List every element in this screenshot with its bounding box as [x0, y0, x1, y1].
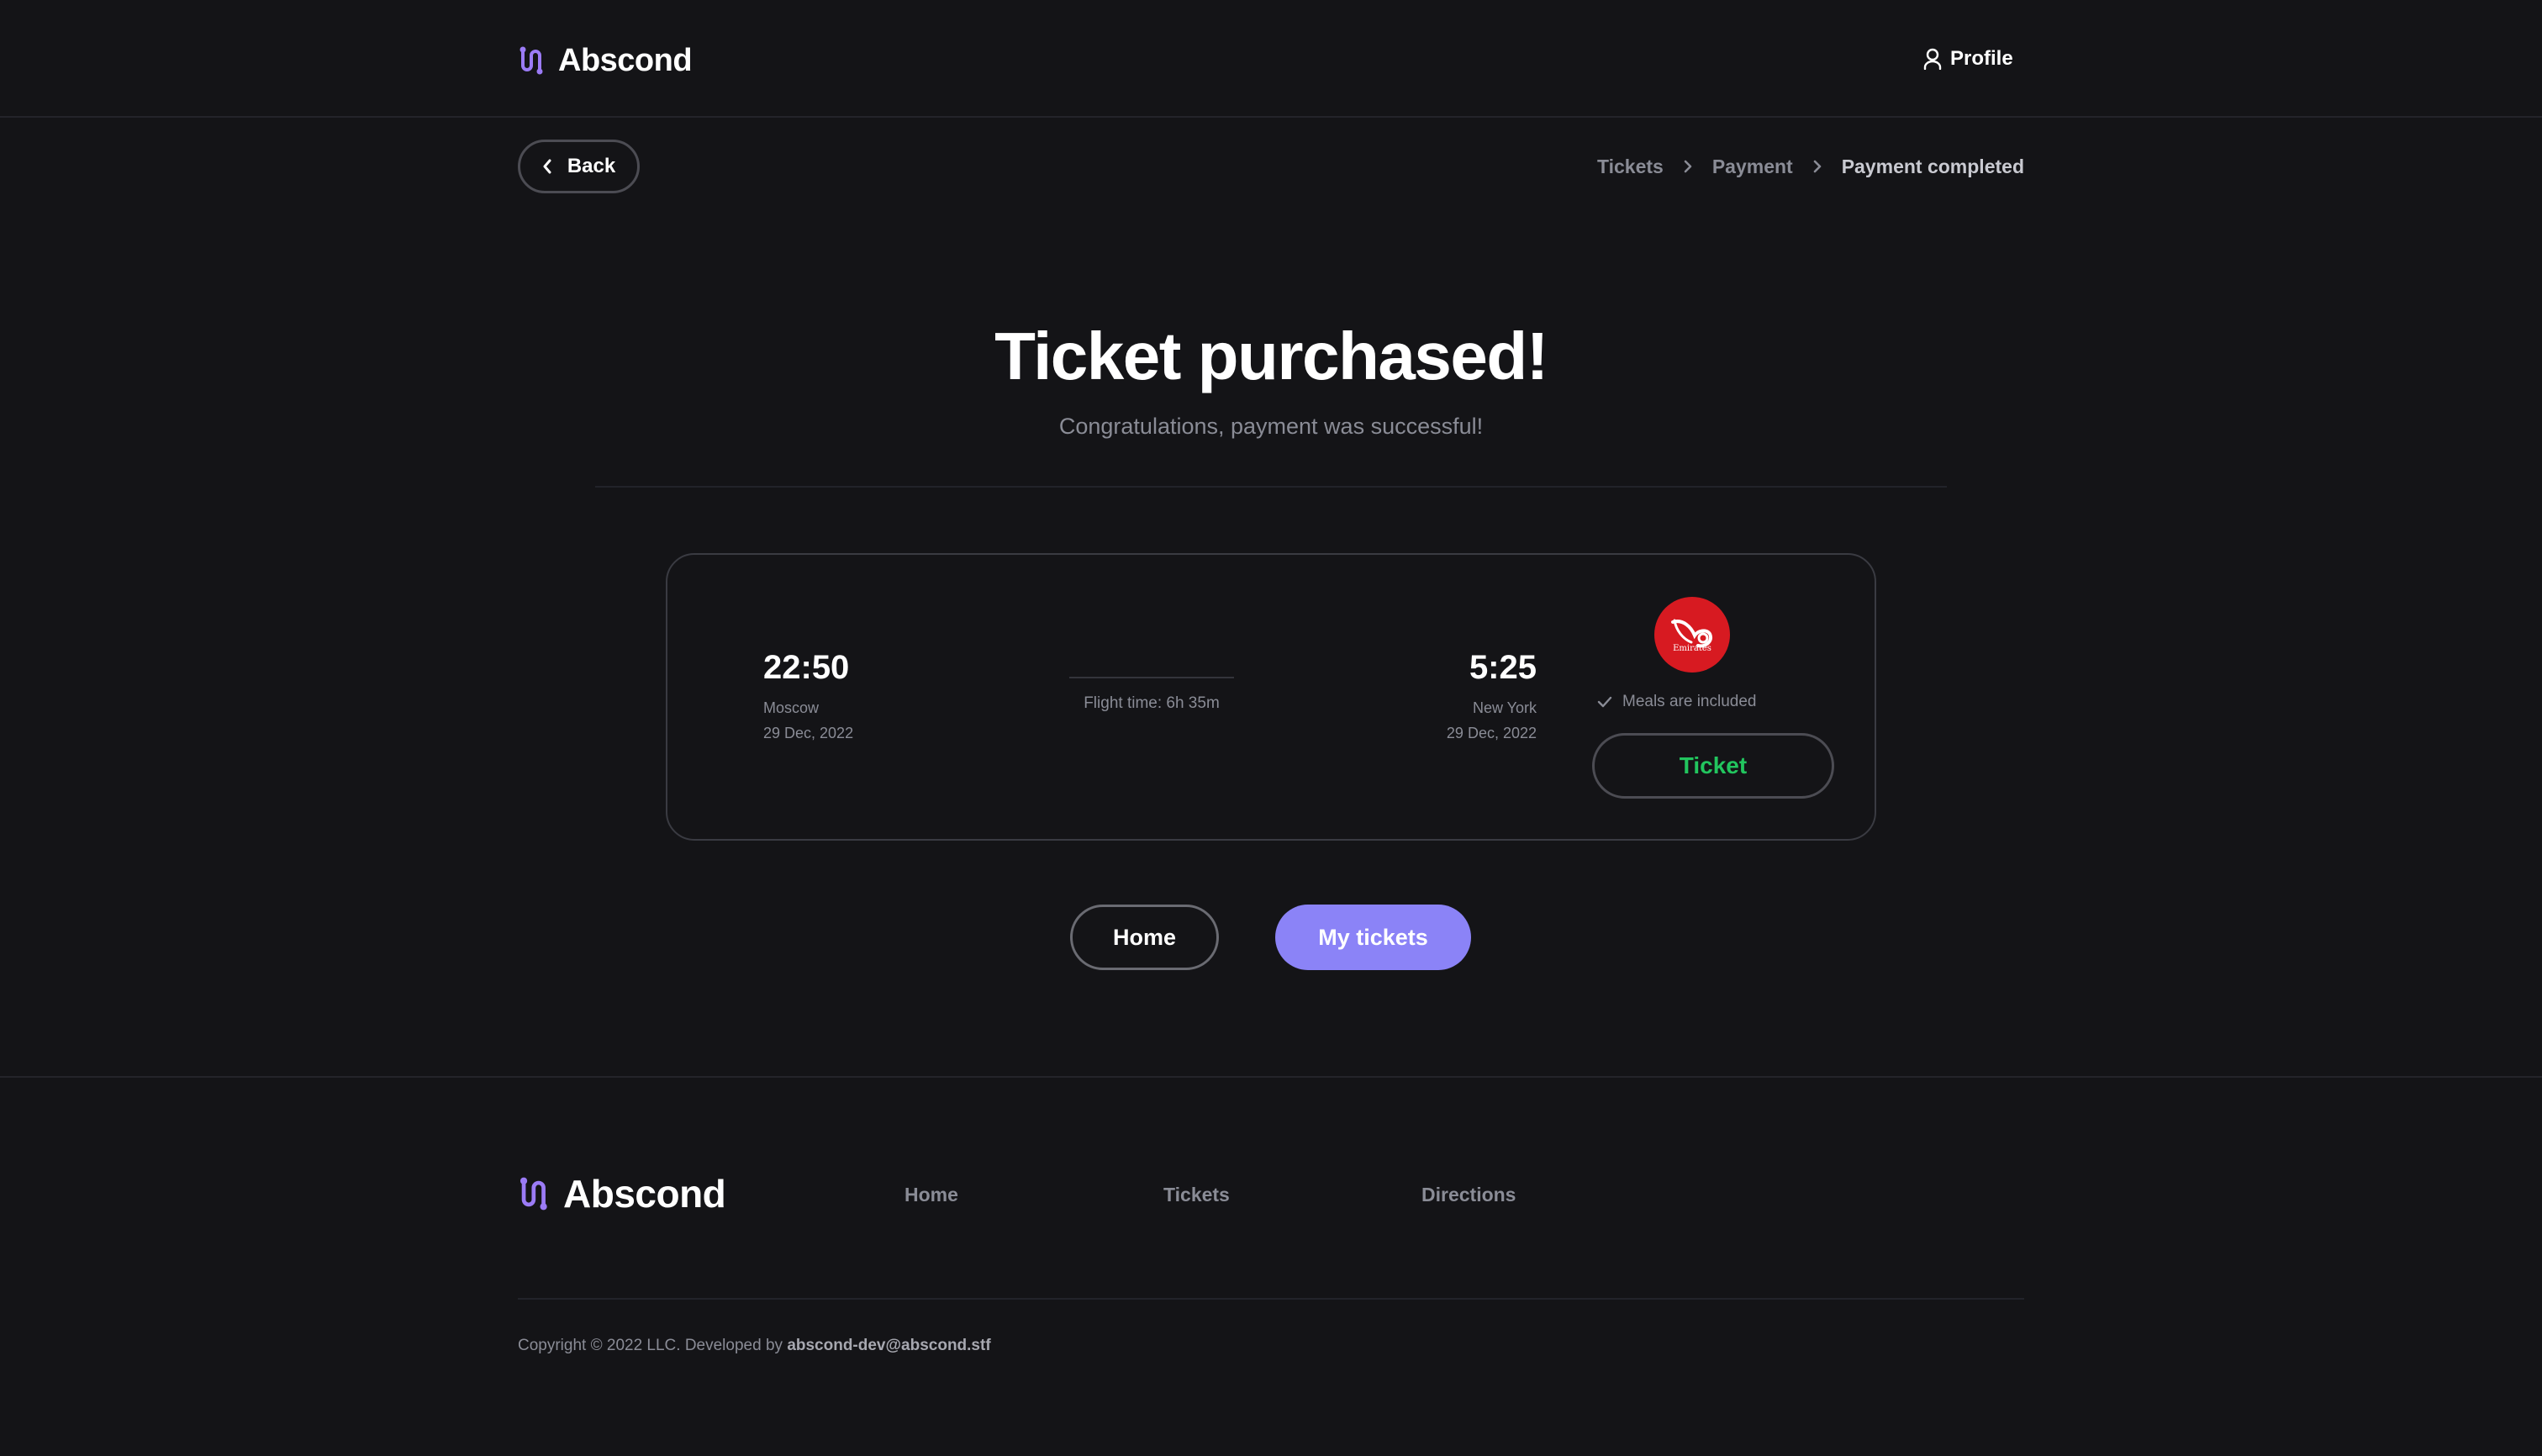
ticket-card: 22:50 Moscow 29 Dec, 2022 Flight time: 6… [666, 553, 1876, 841]
divider [595, 486, 1947, 488]
check-icon [1597, 696, 1612, 708]
my-tickets-button[interactable]: My tickets [1275, 905, 1471, 970]
footer-brand-logo[interactable]: Abscond [518, 1168, 726, 1219]
arrival-time: 5:25 [1469, 649, 1537, 686]
chevron-left-icon [543, 159, 551, 174]
route-icon [519, 46, 543, 75]
arrival-date: 29 Dec, 2022 [1446, 725, 1537, 741]
brand-name: Abscond [558, 42, 693, 78]
route-icon [519, 1177, 547, 1211]
flight-duration: Flight time: 6h 35m [1084, 694, 1220, 712]
meals-label: Meals are included [1622, 693, 1757, 710]
departure-city: Moscow [763, 699, 820, 716]
home-button[interactable]: Home [1070, 905, 1219, 970]
top-header: Abscond Profile [0, 0, 2542, 118]
footer-link-directions[interactable]: Directions [1421, 1184, 1516, 1206]
ticket-button[interactable]: Ticket [1592, 733, 1834, 799]
departure-date: 29 Dec, 2022 [763, 725, 854, 741]
brand-logo[interactable]: Abscond [518, 39, 693, 82]
back-label: Back [567, 155, 616, 177]
breadcrumb-payment-completed: Payment completed [1841, 155, 2024, 177]
footer-link-home[interactable]: Home [904, 1184, 958, 1206]
back-button[interactable]: Back [518, 140, 640, 193]
emirates-logo-icon: Emirates [1671, 619, 1712, 653]
breadcrumb-payment[interactable]: Payment [1712, 156, 1793, 178]
flight-route-line [1069, 677, 1234, 678]
footer-brand-name: Abscond [563, 1172, 726, 1216]
copyright: Copyright © 2022 LLC. Developed by absco… [518, 1337, 991, 1355]
page-title: Ticket purchased! [994, 319, 1548, 393]
meals-included: Meals are included [1597, 693, 1756, 711]
chevron-right-icon [1684, 160, 1692, 173]
breadcrumb-tickets[interactable]: Tickets [1597, 156, 1664, 178]
footer-top-border [0, 1076, 2542, 1078]
chevron-right-icon [1813, 160, 1822, 173]
breadcrumb: Tickets Payment Payment completed [1597, 153, 2024, 180]
svg-text:Emirates: Emirates [1673, 644, 1711, 653]
page-subtitle: Congratulations, payment was successful! [1058, 414, 1484, 439]
arrival-city: New York [1472, 699, 1537, 716]
footer-divider [518, 1298, 2024, 1300]
profile-link[interactable]: Profile [1923, 42, 2013, 76]
airline-logo: Emirates [1654, 597, 1730, 673]
developer-email[interactable]: abscond-dev@abscond.stf [787, 1337, 990, 1354]
page: Abscond Profile Back Tickets Payment Pay… [0, 0, 2542, 1456]
copyright-text: Copyright © 2022 LLC. Developed by [518, 1337, 788, 1354]
user-icon [1923, 48, 1942, 70]
footer-link-tickets[interactable]: Tickets [1163, 1184, 1230, 1206]
profile-label: Profile [1950, 47, 2013, 70]
departure-time: 22:50 [763, 649, 850, 686]
